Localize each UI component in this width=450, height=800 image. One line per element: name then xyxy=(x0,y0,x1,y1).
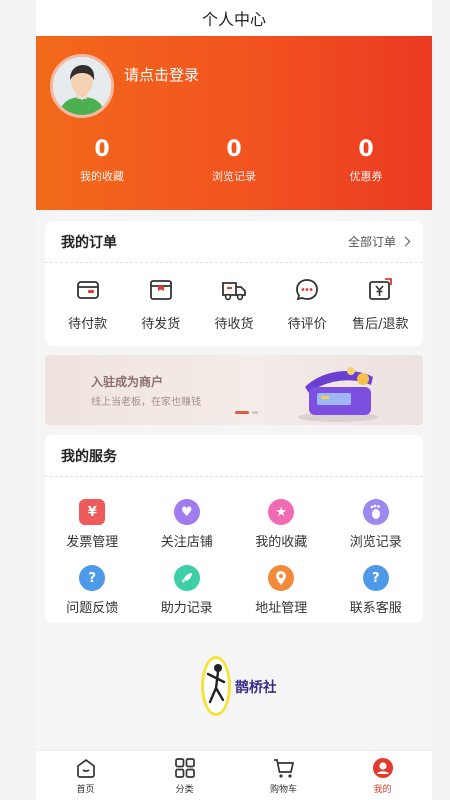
stat-value: 0 xyxy=(94,137,110,162)
login-link[interactable]: 请点击登录 xyxy=(124,64,199,85)
heart-icon: ♥ xyxy=(173,499,200,525)
brand-mascot-icon: 鹊桥社 xyxy=(201,656,277,716)
chevron-right-icon xyxy=(400,236,411,247)
service-address[interactable]: 地址管理 xyxy=(234,553,329,619)
avatar-illustration-icon xyxy=(53,57,111,115)
service-label: 发票管理 xyxy=(66,535,119,550)
tab-label: 首页 xyxy=(76,784,95,795)
stat-value: 0 xyxy=(226,137,242,162)
service-label: 问题反馈 xyxy=(66,601,119,616)
order-status-row: 待付款 待发货 待收货 待评价 售后/退款 xyxy=(45,263,423,346)
stat-label: 浏览记录 xyxy=(212,170,256,183)
services-header: 我的服务 xyxy=(45,435,423,477)
tab-label: 我的 xyxy=(373,784,392,795)
cart-icon xyxy=(273,758,294,778)
all-orders-link[interactable]: 全部订单 xyxy=(347,233,411,250)
tab-category[interactable]: 分类 xyxy=(135,751,234,800)
order-after-sales[interactable]: 售后/退款 xyxy=(345,275,415,332)
order-label: 待发货 xyxy=(141,317,181,332)
order-label: 待评价 xyxy=(287,317,327,332)
help-icon: ? xyxy=(362,565,389,591)
brand-name: 鹊桥社 xyxy=(235,679,276,696)
service-customer-support[interactable]: ? 联系客服 xyxy=(329,553,424,619)
banner-title: 入驻成为商户 xyxy=(91,375,164,389)
service-label: 我的收藏 xyxy=(255,535,308,550)
tab-label: 购物车 xyxy=(269,784,297,795)
service-favorites[interactable]: ★ 我的收藏 xyxy=(234,487,329,553)
comment-icon xyxy=(292,275,322,305)
services-card: 我的服务 ¥ 发票管理 ♥ 关注店铺 ★ 我的收藏 浏览记录 ? 问题反馈 助力… xyxy=(45,435,423,623)
all-orders-label: 全部订单 xyxy=(347,235,396,249)
profile-header: 请点击登录 0 我的收藏 0 浏览记录 0 优惠券 xyxy=(36,36,432,210)
service-boost-records[interactable]: 助力记录 xyxy=(140,553,235,619)
tab-cart[interactable]: 购物车 xyxy=(234,751,333,800)
order-label: 待收货 xyxy=(214,317,254,332)
order-pending-shipment[interactable]: 待发货 xyxy=(126,275,196,332)
avatar[interactable] xyxy=(50,54,114,118)
wallet-illustration-icon xyxy=(298,367,378,422)
service-followed-stores[interactable]: ♥ 关注店铺 xyxy=(140,487,235,553)
carousel-indicator xyxy=(235,411,258,414)
service-label: 联系客服 xyxy=(349,601,402,616)
order-pending-review[interactable]: 待评价 xyxy=(272,275,342,332)
brand-logo: 鹊桥社 xyxy=(196,652,277,722)
stat-label: 我的收藏 xyxy=(80,170,124,183)
service-label: 助力记录 xyxy=(160,601,213,616)
carousel-dot-active[interactable] xyxy=(235,411,249,414)
wallet-icon xyxy=(73,275,103,305)
star-icon: ★ xyxy=(268,499,295,525)
stat-label: 优惠券 xyxy=(349,170,383,183)
footprint-icon xyxy=(362,499,389,525)
services-title: 我的服务 xyxy=(61,448,117,465)
tab-profile[interactable]: 我的 xyxy=(333,751,432,800)
profile-stats: 0 我的收藏 0 浏览记录 0 优惠券 xyxy=(36,138,432,184)
tab-home[interactable]: 首页 xyxy=(36,751,135,800)
location-icon xyxy=(268,565,295,591)
orders-card: 我的订单 全部订单 待付款 待发货 待收货 待评价 售后/退款 xyxy=(45,221,423,346)
home-icon xyxy=(76,758,95,778)
stat-favorites[interactable]: 0 我的收藏 xyxy=(36,138,168,184)
banner-subtitle: 线上当老板，在家也赚钱 xyxy=(91,397,201,408)
merchant-banner[interactable]: 入驻成为商户 线上当老板，在家也赚钱 xyxy=(45,355,423,425)
invoice-icon: ¥ xyxy=(79,499,106,525)
order-pending-payment[interactable]: 待付款 xyxy=(53,275,123,332)
grid-icon xyxy=(174,757,195,778)
refund-icon xyxy=(365,275,395,305)
service-label: 地址管理 xyxy=(255,601,308,616)
rocket-icon xyxy=(173,565,200,591)
carousel-dot[interactable] xyxy=(252,411,258,414)
service-history[interactable]: 浏览记录 xyxy=(329,487,424,553)
question-icon: ? xyxy=(79,565,106,591)
orders-title: 我的订单 xyxy=(61,234,117,251)
bottom-tab-bar: 首页 分类 购物车 我的 xyxy=(36,750,432,800)
service-feedback[interactable]: ? 问题反馈 xyxy=(45,553,140,619)
order-label: 售后/退款 xyxy=(352,317,409,332)
orders-header: 我的订单 全部订单 xyxy=(45,221,423,263)
tab-label: 分类 xyxy=(175,784,194,795)
title-bar: 个人中心 xyxy=(36,0,432,36)
stat-coupons[interactable]: 0 优惠券 xyxy=(300,138,432,184)
order-label: 待付款 xyxy=(68,317,108,332)
truck-icon xyxy=(219,275,249,305)
service-invoice[interactable]: ¥ 发票管理 xyxy=(45,487,140,553)
order-pending-receipt[interactable]: 待收货 xyxy=(199,275,269,332)
service-label: 关注店铺 xyxy=(160,535,213,550)
stat-history[interactable]: 0 浏览记录 xyxy=(168,138,300,184)
user-icon xyxy=(372,757,393,778)
page-title: 个人中心 xyxy=(201,10,266,29)
services-grid: ¥ 发票管理 ♥ 关注店铺 ★ 我的收藏 浏览记录 ? 问题反馈 助力记录 地址… xyxy=(45,477,423,623)
service-label: 浏览记录 xyxy=(349,535,402,550)
package-icon xyxy=(146,275,176,305)
stat-value: 0 xyxy=(358,137,374,162)
app-screen: 个人中心 请点击登录 0 我的收藏 0 浏览记录 0 优惠券 我的订单 全部订单… xyxy=(36,0,432,800)
